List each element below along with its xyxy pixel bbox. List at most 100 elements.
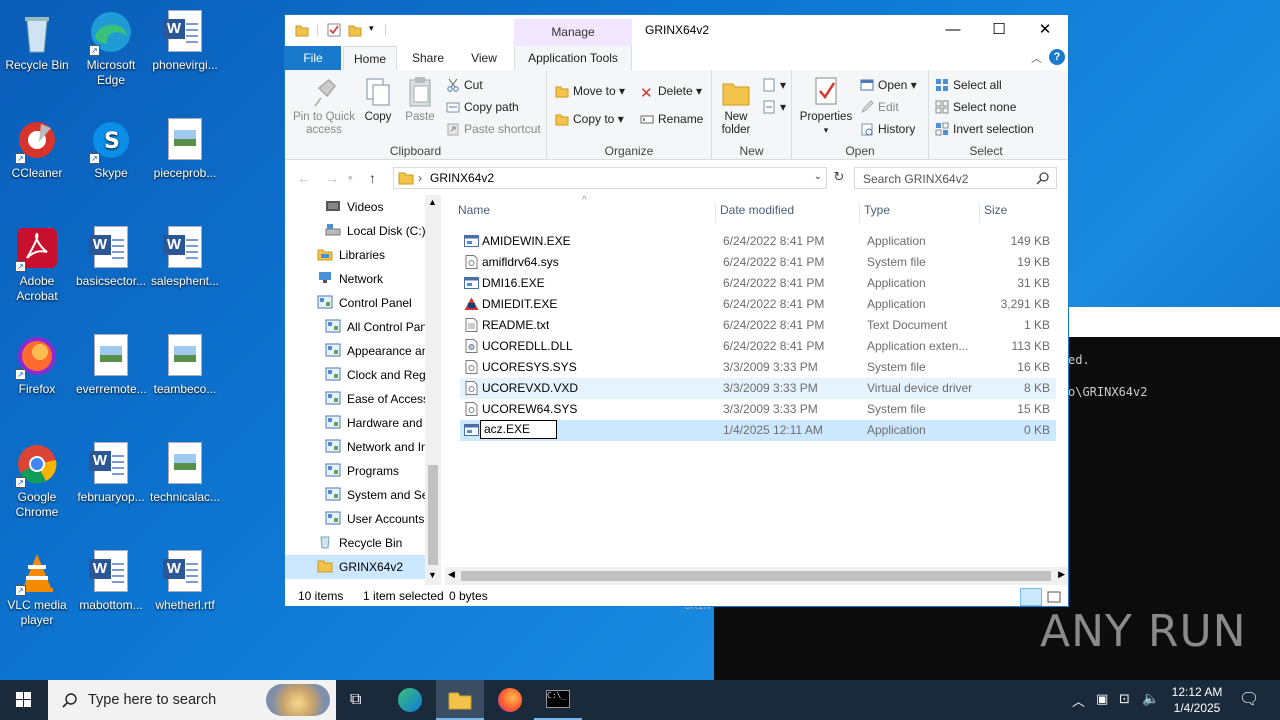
nav-item[interactable]: Hardware and Sound (285, 411, 425, 435)
refresh-icon[interactable]: ↻ (829, 169, 849, 189)
desktop-icon[interactable]: teambeco... (148, 328, 222, 397)
cut-button[interactable]: Cut (446, 76, 483, 94)
copy-to-button[interactable]: Copy to ▾ (555, 110, 624, 128)
nav-item[interactable]: Appearance and Personalization (285, 339, 425, 363)
desktop-icon[interactable]: Wsalesphent... (148, 220, 222, 289)
address-bar[interactable]: › GRINX64v2 ⌄ (393, 167, 827, 189)
easy-access-button[interactable]: ▾ (762, 98, 786, 116)
table-row[interactable]: UCOREW64.SYS 3/3/2009 3:33 PM System file 1… (460, 399, 1056, 420)
address-dropdown-icon[interactable]: ⌄ (814, 171, 822, 182)
invert-selection-button[interactable]: Invert selection (935, 120, 1034, 138)
new-item-button[interactable]: ▾ (762, 76, 786, 94)
large-icons-view-icon[interactable] (1045, 588, 1063, 606)
desktop-icon[interactable]: ↗ CCleaner (0, 112, 74, 181)
forward-arrow-icon[interactable]: → (325, 170, 339, 186)
tab-view[interactable]: View (457, 46, 511, 70)
scroll-thumb[interactable] (461, 571, 1051, 581)
desktop-icon[interactable]: pieceprob... (148, 112, 222, 181)
desktop-icon[interactable]: ↗ Adobe Acrobat (0, 220, 74, 304)
desktop-icon[interactable]: ↗ VLC media player (0, 544, 74, 628)
desktop-icon[interactable]: Recycle Bin (0, 4, 74, 73)
select-all-button[interactable]: Select all (935, 76, 1002, 94)
clock[interactable]: 12:12 AM 1/4/2025 (1162, 684, 1232, 716)
select-none-button[interactable]: Select none (935, 98, 1016, 116)
nav-item[interactable]: Programs (285, 459, 425, 483)
nav-item[interactable]: Network and Internet (285, 435, 425, 459)
breadcrumb[interactable]: GRINX64v2 (430, 171, 494, 185)
details-view-icon[interactable] (1020, 588, 1042, 606)
tab-share[interactable]: Share (401, 46, 455, 70)
history-button[interactable]: History (860, 120, 915, 138)
nav-item[interactable]: Libraries (285, 243, 425, 267)
navigation-pane-scrollbar[interactable]: ▲ ▼ (425, 195, 441, 585)
taskbar-search-input[interactable]: Type here to search (48, 680, 336, 720)
desktop-icon[interactable]: S ↗ Skype (74, 112, 148, 181)
nav-item[interactable]: Clock and Region (285, 363, 425, 387)
nav-item[interactable]: Local Disk (C:) (285, 219, 425, 243)
edit-button[interactable]: Edit (860, 98, 899, 116)
taskbar-edge[interactable] (386, 680, 434, 720)
paste-button[interactable]: Paste (402, 76, 438, 124)
taskbar-cmd[interactable]: C:\_ (534, 680, 582, 720)
column-header-date[interactable]: Date modified (720, 203, 860, 223)
table-row[interactable]: amifldrv64.sys 6/24/2022 8:41 PM System fi… (460, 252, 1056, 273)
column-header-name[interactable]: Name (458, 203, 716, 223)
scroll-down-icon[interactable]: ▼ (428, 570, 437, 580)
rename-input[interactable]: acz.EXE (480, 420, 557, 439)
desktop-icon[interactable]: Wwhetherl.rtf (148, 544, 222, 613)
nav-item[interactable]: Control Panel (285, 291, 425, 315)
table-row[interactable]: DMI16.EXE 6/24/2022 8:41 PM Application 31 … (460, 273, 1056, 294)
desktop-icon[interactable]: technicalac... (148, 436, 222, 505)
show-hidden-icons-icon[interactable]: ︿ (1072, 691, 1085, 710)
table-row[interactable]: UCOREVXD.VXD 3/3/2009 3:33 PM Virtual devi… (460, 378, 1056, 399)
tab-application-tools[interactable]: Application Tools (514, 46, 632, 70)
network-icon[interactable]: ⊡ (1119, 691, 1130, 707)
table-row[interactable]: acz.EXE 1/4/2025 12:11 AM Application 0 KB (460, 420, 1056, 441)
minimize-button[interactable]: — (930, 15, 976, 45)
titlebar[interactable]: | ▾ | Manage GRINX64v2 — ☐ ✕ (285, 15, 1068, 46)
nav-item[interactable]: User Accounts (285, 507, 425, 531)
scroll-up-icon[interactable]: ▲ (428, 197, 437, 207)
up-arrow-icon[interactable]: ↑ (369, 170, 376, 186)
help-icon[interactable]: ? (1049, 49, 1065, 65)
terminal-titlebar[interactable] (1069, 307, 1280, 337)
desktop-icon[interactable]: everremote... (74, 328, 148, 397)
desktop-icon[interactable]: ↗ Firefox (0, 328, 74, 397)
table-row[interactable]: DMIEDIT.EXE 6/24/2022 8:41 PM Application 3… (460, 294, 1056, 315)
file-explorer-window[interactable]: | ▾ | Manage GRINX64v2 — ☐ ✕ File Home S… (284, 14, 1069, 607)
desktop-icon[interactable]: Wbasicsector... (74, 220, 148, 289)
tab-file[interactable]: File (285, 46, 341, 70)
scroll-right-icon[interactable]: ▶ (1058, 569, 1065, 580)
nav-item[interactable]: Videos (285, 195, 425, 219)
paste-shortcut-button[interactable]: Paste shortcut (446, 120, 541, 138)
scroll-thumb[interactable] (428, 465, 438, 565)
column-header-size[interactable]: Size (984, 203, 1056, 223)
open-button[interactable]: Open ▾ (860, 76, 917, 94)
table-row[interactable]: UCORESYS.SYS 3/3/2009 3:33 PM System file 1… (460, 357, 1056, 378)
volume-icon[interactable]: 🔈 (1142, 690, 1159, 707)
table-row[interactable]: README.txt 6/24/2022 8:41 PM Text Document… (460, 315, 1056, 336)
copy-button[interactable]: Copy (361, 76, 395, 124)
recent-locations-icon[interactable]: ▾ (348, 173, 353, 184)
nav-item[interactable]: Network (285, 267, 425, 291)
start-button[interactable] (0, 680, 48, 720)
rename-button[interactable]: Rename (640, 110, 703, 128)
close-button[interactable]: ✕ (1022, 15, 1068, 45)
new-folder-qat-icon[interactable] (348, 23, 362, 37)
pin-quick-access-button[interactable]: Pin to Quick access (289, 76, 359, 137)
new-folder-button[interactable]: New folder (716, 76, 756, 137)
copy-path-button[interactable]: Copy path (446, 98, 519, 116)
desktop-icon[interactable]: Wphonevirgi... (148, 4, 222, 73)
search-input[interactable]: Search GRINX64v2 (854, 167, 1057, 189)
table-row[interactable]: AMIDEWIN.EXE 6/24/2022 8:41 PM Application… (460, 231, 1056, 252)
delete-button[interactable]: ✕ Delete ▾ (640, 82, 702, 101)
nav-item[interactable]: All Control Panel Items (285, 315, 425, 339)
move-to-button[interactable]: Move to ▾ (555, 82, 625, 100)
properties-qat-icon[interactable] (327, 23, 341, 37)
nav-item[interactable]: GRINX64v2 (285, 555, 425, 579)
notifications-icon[interactable]: 🗨 (1239, 689, 1259, 709)
customize-qat-icon[interactable]: ▾ (369, 23, 374, 34)
desktop-icon[interactable]: ↗ Microsoft Edge (74, 4, 148, 88)
properties-button[interactable]: Properties ▾ (798, 76, 854, 137)
desktop-icon[interactable]: ↗ Google Chrome (0, 436, 74, 520)
